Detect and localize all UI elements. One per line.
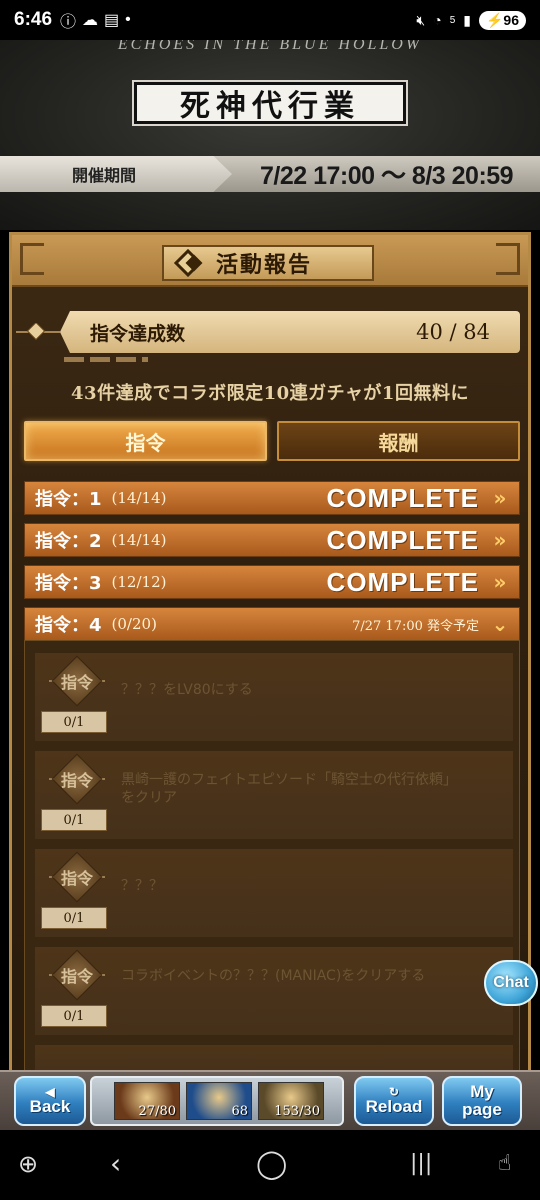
tab-bar: 指令 報酬 [24,421,520,461]
mission-emblem-icon: 指令 [49,949,105,1001]
emblem-label: 指令 [60,771,93,790]
emblem-label: 指令 [60,967,93,986]
tab-missions[interactable]: 指令 [24,421,267,461]
chevron-right-icon: » [493,528,507,552]
android-nav-bar: ⊕ ‹ ◯ ||| ☝ [0,1130,540,1200]
gamepad-icon[interactable]: ⊕ [18,1150,38,1178]
event-banner: ECHOES IN THE BLUE HOLLOW 死神代行業 開催期間 7/2… [0,40,540,230]
achievement-label: 指令達成数 [90,322,186,345]
chevron-right-icon: » [493,486,507,510]
chevron-right-icon: » [493,570,507,594]
info-icon: ⓘ [60,14,77,31]
mission-row-4[interactable]: 指令：4 (0/20) 7/27 17:00 発令予定 ⌄ [24,607,520,641]
panel-title: 活動報告 [216,253,313,278]
resource-value: 68 [231,1104,248,1119]
reload-button[interactable]: ↻ Reload [354,1076,434,1126]
mission-row-1[interactable]: 指令：1 (14/14) COMPLETE » [24,481,520,515]
battery-level: 96 [503,11,519,28]
panel-title-box: 活動報告 [162,245,374,281]
nav-home-icon[interactable]: ◯ [256,1150,287,1178]
mission-count: (14/14) [111,489,167,507]
mission-count: (0/20) [111,615,157,633]
header-corner-left [20,243,44,275]
task-text: ？？？ [121,878,163,894]
task-item: 指令 0/1 ？？？をLV80にする [35,653,513,741]
status-bar: 6:46 ⓘ ☁ ▤ • 🔇︎ ◔ 5 ▮ ⚡96 [0,0,540,40]
touch-lock-icon[interactable]: ☝ [498,1150,511,1178]
mission-schedule: 7/27 17:00 発令予定 [352,618,479,634]
mission-status: COMPLETE [326,482,479,513]
mission-emblem-icon: 指令 [49,753,105,805]
mission-emblem-icon: 指令 [49,655,105,707]
achievement-count-row: 指令達成数 40 / 84 [60,311,520,353]
status-time: 6:46 [14,9,53,30]
status-icons: ⓘ ☁ ▤ • [60,8,131,32]
chat-label: Chat [493,974,529,991]
mission-status: COMPLETE [326,566,479,597]
emblem-label: 指令 [60,673,93,692]
event-logo-text: 死神代行業 [180,89,360,124]
chevron-down-icon: ⌄ [491,612,509,636]
reward-notice: 43件達成でコラボ限定10連ガチャが1回無料に [71,383,469,404]
mission-detail-list: 指令 0/1 ？？？をLV80にする 指令 0/1 黒崎一護のフェイトエピソード… [24,640,520,1080]
signal-icon: ▮ [463,11,471,28]
mission-name: 指令：3 [35,573,102,594]
status-right: 🔇︎ ◔ 5 ▮ ⚡96 [416,10,526,30]
nav-recents-icon[interactable]: ||| [410,1150,432,1178]
resource-value: 153/30 [274,1104,320,1119]
achievement-value: 40 / 84 [416,320,490,344]
task-progress: 0/1 [41,711,107,733]
chat-button[interactable]: Chat [484,960,538,1006]
mission-row-2[interactable]: 指令：2 (14/14) COMPLETE » [24,523,520,557]
mypage-button[interactable]: My page [442,1076,522,1126]
cloud-icon: ☁ [82,12,99,29]
banner-subtitle: ECHOES IN THE BLUE HOLLOW [117,40,423,53]
reload-label: Reload [365,1097,423,1116]
task-progress: 0/1 [41,809,107,831]
mission-count: (12/12) [111,573,167,591]
resource-panel: 27/80 68 153/30 [90,1076,344,1126]
news-icon: ▤ [104,12,120,29]
battery-badge: ⚡96 [478,10,526,30]
period-value: 7/22 17:00 ～ 8/3 20:59 [260,162,514,190]
task-item: 指令 0/1 コラボイベントの？？？(MANIAC)をクリアする [35,947,513,1035]
task-item: 指令 0/1 黒崎一護のフェイトエピソード「騎空士の代行依頼」をクリア [35,751,513,839]
mypage-label: My page [462,1082,502,1119]
task-progress: 0/1 [41,907,107,929]
mission-name: 指令：1 [35,489,102,510]
task-text: 黒崎一護のフェイトエピソード「騎空士の代行依頼」をクリア [121,772,450,806]
task-text: ？？？をLV80にする [121,682,253,698]
mission-row-3[interactable]: 指令：3 (12/12) COMPLETE » [24,565,520,599]
back-label: Back [29,1097,71,1116]
achievement-deco-icon [16,323,60,341]
resource-item-1[interactable]: 27/80 [114,1082,180,1120]
emblem-label: 指令 [60,869,93,888]
game-bottom-bar: ◀ Back 27/80 68 153/30 ↻ Reload My page [0,1070,540,1130]
mission-name: 指令：2 [35,531,102,552]
panel-header: 活動報告 [12,235,528,287]
mute-icon: 🔇︎ [416,11,426,28]
tab-rewards[interactable]: 報酬 [277,421,520,461]
task-progress: 0/1 [41,1005,107,1027]
mission-name: 指令：4 [35,615,102,636]
mission-count: (14/14) [111,531,167,549]
event-logo: 死神代行業 [132,80,408,126]
resource-value: 27/80 [138,1104,176,1119]
period-label: 開催期間 [0,156,232,192]
nav-back-icon[interactable]: ‹ [110,1150,121,1178]
task-text: コラボイベントの？？？(MANIAC)をクリアする [121,968,426,984]
resource-item-3[interactable]: 153/30 [258,1082,324,1120]
wifi-icon: ◔ [433,12,442,28]
dot-icon: • [125,11,131,28]
mission-emblem-icon: 指令 [49,851,105,903]
header-corner-right [496,243,520,275]
mission-status: COMPLETE [326,524,479,555]
activity-report-panel: 活動報告 指令達成数 40 / 84 43件達成でコラボ限定10連ガチャが1回無… [9,232,531,1132]
task-item: 指令 0/1 ？？？ [35,849,513,937]
achievement-divider [64,357,148,362]
resource-item-2[interactable]: 68 [186,1082,252,1120]
back-button[interactable]: ◀ Back [14,1076,86,1126]
signal-label: 5 [449,14,456,26]
